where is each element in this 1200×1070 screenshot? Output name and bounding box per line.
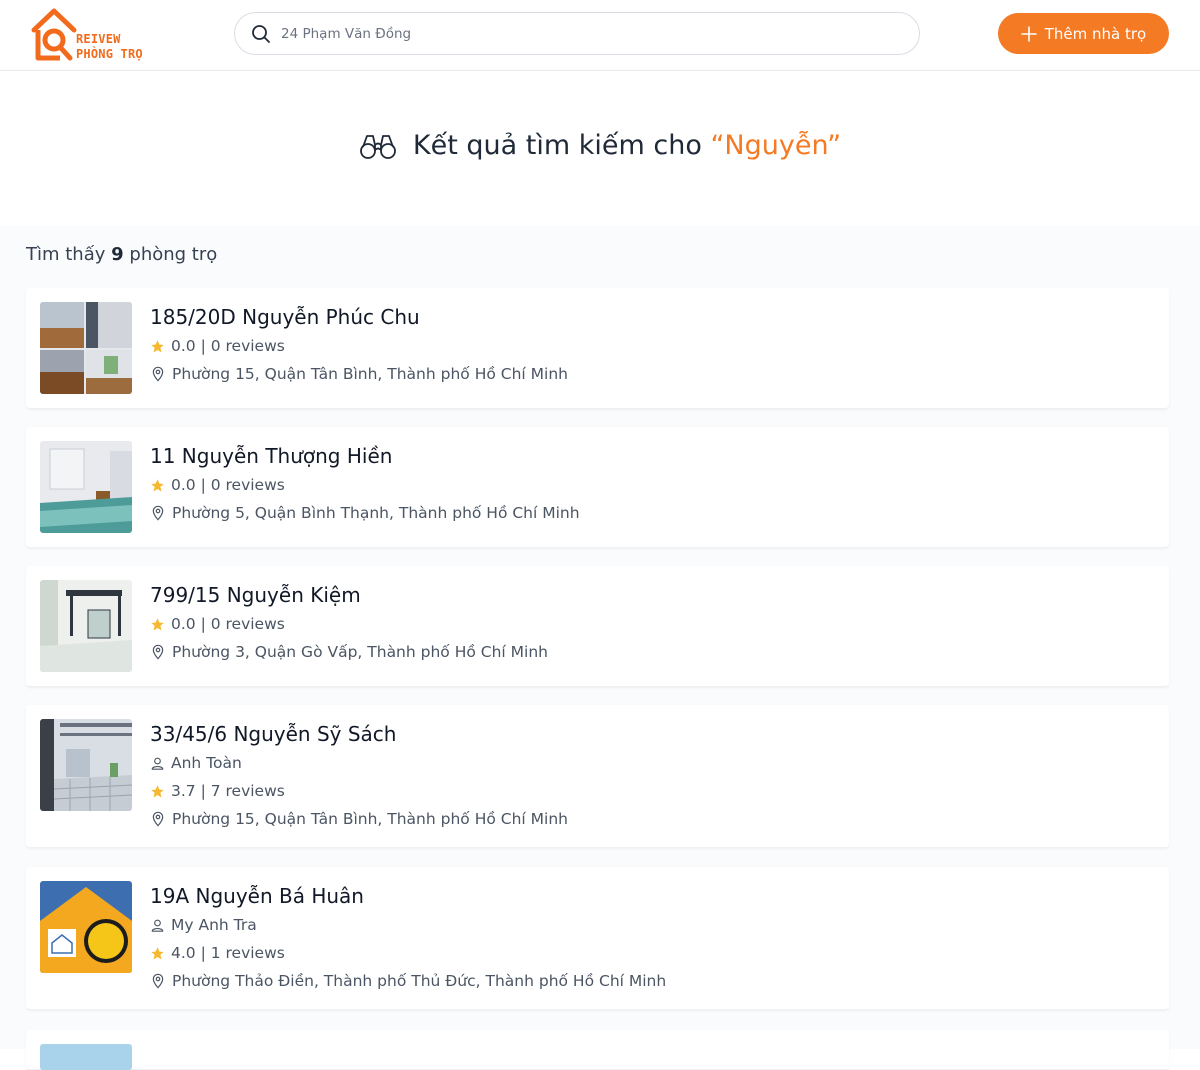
location-pin-icon — [152, 644, 164, 660]
listing-thumbnail[interactable] — [40, 719, 132, 811]
listing-info: 185/20D Nguyễn Phúc Chu 0.0 | 0 reviews … — [150, 302, 568, 388]
listing-card[interactable]: 33/45/6 Nguyễn Sỹ Sách Anh Toàn 3.7 | 7 … — [26, 705, 1169, 848]
listing-info: 799/15 Nguyễn Kiệm 0.0 | 0 reviews Phườn… — [150, 580, 548, 666]
listing-owner: Anh Toàn — [150, 749, 568, 777]
listing-thumbnail[interactable] — [40, 580, 132, 672]
listing-address: Phường 3, Quận Gò Vấp, Thành phố Hồ Chí … — [150, 638, 548, 666]
listing-rating: 0.0 | 0 reviews — [150, 610, 548, 638]
owner-text: My Anh Tra — [171, 916, 257, 934]
count-suffix: phòng trọ — [129, 244, 218, 265]
listing-thumbnail[interactable] — [40, 302, 132, 394]
listing-rating: 4.0 | 1 reviews — [150, 939, 666, 967]
listing-card[interactable]: 799/15 Nguyễn Kiệm 0.0 | 0 reviews Phườn… — [26, 566, 1169, 687]
search-input[interactable] — [281, 21, 881, 47]
room-photo-image — [40, 580, 132, 672]
listing-thumbnail[interactable] — [40, 1044, 132, 1070]
rating-text: 3.7 | 7 reviews — [171, 782, 285, 800]
listing-card[interactable] — [26, 1030, 1169, 1070]
room-photo-image — [40, 302, 132, 394]
address-text: Phường 5, Quận Bình Thạnh, Thành phố Hồ … — [172, 504, 580, 522]
location-pin-icon — [152, 973, 164, 989]
listing-thumbnail[interactable] — [40, 881, 132, 973]
listing-rating: 3.7 | 7 reviews — [150, 777, 568, 805]
brand-logo-image — [40, 881, 132, 973]
logo[interactable]: REIVEW PHÒNG TRỌ — [30, 6, 155, 66]
listing-name[interactable]: 19A Nguyễn Bá Huân — [150, 881, 666, 911]
rating-text: 0.0 | 0 reviews — [171, 337, 285, 355]
listing-name[interactable]: 11 Nguyễn Thượng Hiền — [150, 441, 580, 471]
star-icon — [151, 339, 164, 352]
address-text: Phường 3, Quận Gò Vấp, Thành phố Hồ Chí … — [172, 643, 548, 661]
listing-address: Phường 15, Quận Tân Bình, Thành phố Hồ C… — [150, 805, 568, 833]
results-title-query: “Nguyễn” — [710, 130, 842, 161]
top-header: REIVEW PHÒNG TRỌ Thêm nhà trọ — [0, 0, 1200, 71]
logo-text: REIVEW PHÒNG TRỌ — [76, 32, 143, 62]
listing-owner: My Anh Tra — [150, 911, 666, 939]
plus-icon — [1020, 25, 1037, 42]
address-text: Phường 15, Quận Tân Bình, Thành phố Hồ C… — [172, 810, 568, 828]
address-text: Phường 15, Quận Tân Bình, Thành phố Hồ C… — [172, 365, 568, 383]
listing-rating: 0.0 | 0 reviews — [150, 471, 580, 499]
search-icon — [252, 25, 270, 43]
results-title-section: Kết quả tìm kiếm cho “Nguyễn” — [0, 72, 1200, 226]
star-icon — [151, 478, 164, 491]
binoculars-icon — [359, 134, 396, 159]
rating-text: 4.0 | 1 reviews — [171, 944, 285, 962]
star-icon — [151, 617, 164, 630]
listing-info: 11 Nguyễn Thượng Hiền 0.0 | 0 reviews Ph… — [150, 441, 580, 527]
house-search-logo-icon — [31, 8, 77, 61]
listing-address: Phường Thảo Điền, Thành phố Thủ Đức, Thà… — [150, 967, 666, 995]
results-list: Tìm thấy 9 phòng trọ 185/20D Nguyễn Phúc… — [0, 226, 1200, 1070]
listing-name[interactable]: 33/45/6 Nguyễn Sỹ Sách — [150, 719, 568, 749]
star-icon — [151, 784, 164, 797]
listing-card[interactable]: 185/20D Nguyễn Phúc Chu 0.0 | 0 reviews … — [26, 288, 1169, 409]
location-pin-icon — [152, 505, 164, 521]
listing-card[interactable]: 11 Nguyễn Thượng Hiền 0.0 | 0 reviews Ph… — [26, 427, 1169, 548]
logo-line1: REIVEW — [76, 32, 121, 46]
star-icon — [151, 946, 164, 959]
location-pin-icon — [152, 366, 164, 382]
add-listing-label: Thêm nhà trọ — [1044, 24, 1147, 43]
listing-info: 19A Nguyễn Bá Huân My Anh Tra 4.0 | 1 re… — [150, 881, 666, 995]
logo-line2: PHÒNG TRỌ — [76, 47, 143, 61]
user-icon — [151, 757, 164, 770]
room-photo-image — [40, 719, 132, 811]
count-prefix: Tìm thấy — [26, 244, 106, 265]
count-number: 9 — [111, 244, 124, 265]
room-photo-image — [40, 441, 132, 533]
listing-name[interactable]: 799/15 Nguyễn Kiệm — [150, 580, 548, 610]
rating-text: 0.0 | 0 reviews — [171, 615, 285, 633]
rating-text: 0.0 | 0 reviews — [171, 476, 285, 494]
owner-text: Anh Toàn — [171, 754, 242, 772]
listing-address: Phường 5, Quận Bình Thạnh, Thành phố Hồ … — [150, 499, 580, 527]
listing-card[interactable]: 19A Nguyễn Bá Huân My Anh Tra 4.0 | 1 re… — [26, 867, 1169, 1010]
add-listing-button[interactable]: Thêm nhà trọ — [998, 13, 1169, 54]
listing-thumbnail[interactable] — [40, 441, 132, 533]
listing-rating: 0.0 | 0 reviews — [150, 332, 568, 360]
results-count: Tìm thấy 9 phòng trọ — [26, 244, 217, 265]
listing-address: Phường 15, Quận Tân Bình, Thành phố Hồ C… — [150, 360, 568, 388]
results-title-prefix: Kết quả tìm kiếm cho — [412, 130, 702, 161]
location-pin-icon — [152, 811, 164, 827]
search-bar[interactable] — [234, 12, 920, 55]
results-title: Kết quả tìm kiếm cho “Nguyễn” — [0, 130, 1200, 161]
address-text: Phường Thảo Điền, Thành phố Thủ Đức, Thà… — [172, 972, 667, 990]
user-icon — [151, 919, 164, 932]
listing-name[interactable]: 185/20D Nguyễn Phúc Chu — [150, 302, 568, 332]
listing-info: 33/45/6 Nguyễn Sỹ Sách Anh Toàn 3.7 | 7 … — [150, 719, 568, 833]
